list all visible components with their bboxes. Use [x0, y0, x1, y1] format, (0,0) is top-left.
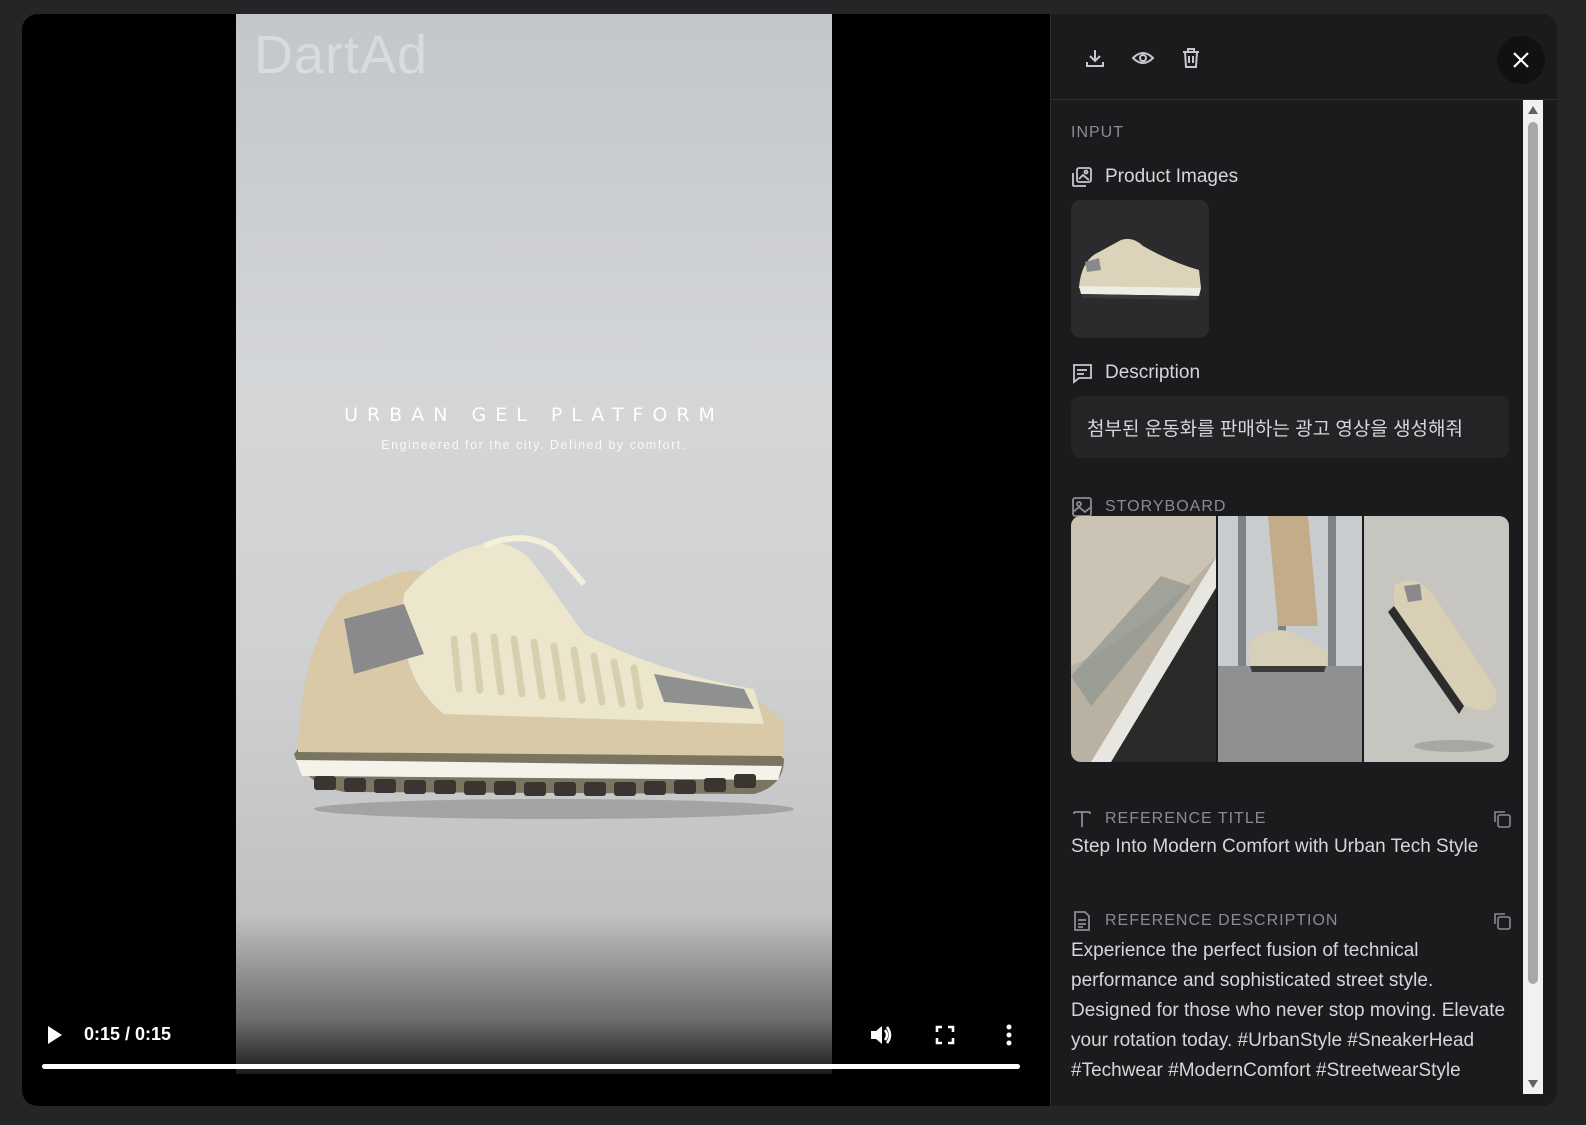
text-icon	[1073, 811, 1091, 827]
details-sidebar: INPUT Product Images Description 첨부된 운동화…	[1050, 14, 1557, 1106]
image-icon	[1072, 497, 1092, 517]
reference-title-header: REFERENCE TITLE	[1071, 808, 1266, 830]
product-images-header: Product Images	[1071, 166, 1238, 188]
reference-description-header: REFERENCE DESCRIPTION	[1071, 910, 1338, 932]
close-icon	[1513, 52, 1529, 68]
video-player[interactable]: DartAd URBAN GEL PLATFORM Engineered for…	[22, 14, 1050, 1106]
video-detail-modal: DartAd URBAN GEL PLATFORM Engineered for…	[22, 14, 1557, 1106]
delete-button[interactable]	[1177, 44, 1205, 72]
volume-icon	[871, 1026, 892, 1044]
reference-description-text: Experience the perfect fusion of technic…	[1071, 940, 1506, 1081]
reference-description-label: REFERENCE DESCRIPTION	[1105, 912, 1339, 929]
copy-title-button[interactable]	[1491, 808, 1513, 830]
trash-icon	[1183, 48, 1199, 68]
fullscreen-button[interactable]	[930, 1020, 960, 1050]
document-icon	[1074, 911, 1090, 931]
preview-button[interactable]	[1129, 44, 1157, 72]
description-header: Description	[1071, 362, 1200, 384]
ad-tagline: Engineered for the city. Defined by comf…	[381, 438, 687, 452]
watermark-logo: DartAd	[254, 25, 429, 85]
sidebar-content[interactable]: INPUT Product Images Description 첨부된 운동화…	[1071, 100, 1513, 1106]
storyboard-header: STORYBOARD	[1071, 496, 1226, 518]
time-display: 0:15 / 0:15	[84, 1024, 172, 1044]
product-thumbnail-image	[1071, 200, 1209, 338]
close-button[interactable]	[1497, 36, 1545, 84]
progress-bar[interactable]	[42, 1064, 1020, 1069]
progress-fill	[42, 1064, 1020, 1069]
video-frame[interactable]: DartAd URBAN GEL PLATFORM Engineered for…	[236, 14, 832, 1074]
sneaker-image	[294, 535, 794, 819]
floating-shoe-image	[1364, 516, 1509, 762]
fullscreen-icon	[935, 1025, 955, 1045]
more-vertical-icon	[1006, 1024, 1012, 1046]
video-controls: 0:15 / 0:15	[22, 1014, 1050, 1084]
ad-headline: URBAN GEL PLATFORM	[344, 404, 724, 426]
play-button[interactable]	[42, 1022, 68, 1048]
copy-icon	[1494, 811, 1511, 828]
scroll-thumb[interactable]	[1528, 122, 1538, 984]
description-label: Description	[1105, 362, 1201, 383]
product-images-label: Product Images	[1105, 166, 1239, 187]
sidebar-toolbar	[1051, 14, 1557, 100]
input-section-label: INPUT	[1071, 124, 1124, 141]
product-image-thumbnail[interactable]	[1071, 200, 1209, 338]
storyboard-strip[interactable]	[1071, 516, 1509, 762]
copy-description-button[interactable]	[1491, 910, 1513, 932]
play-icon	[48, 1026, 62, 1044]
download-button[interactable]	[1081, 44, 1109, 72]
description-text: 첨부된 운동화를 판매하는 광고 영상을 생성해줘	[1071, 396, 1509, 458]
volume-button[interactable]	[866, 1020, 896, 1050]
more-options-button[interactable]	[994, 1020, 1024, 1050]
storyboard-label: STORYBOARD	[1105, 498, 1227, 515]
storyboard-frame-3[interactable]	[1364, 516, 1509, 762]
message-icon	[1073, 364, 1092, 384]
eye-icon	[1131, 52, 1155, 64]
reference-title-label: REFERENCE TITLE	[1105, 810, 1267, 827]
storyboard-frame-1[interactable]	[1071, 516, 1216, 762]
images-icon	[1072, 167, 1092, 187]
scroll-down-arrow[interactable]	[1528, 1080, 1538, 1088]
sidebar-scrollbar[interactable]	[1523, 100, 1543, 1094]
sole-closeup-image	[1071, 516, 1216, 762]
storyboard-frame-2[interactable]	[1217, 516, 1363, 762]
reference-title-text: Step Into Modern Comfort with Urban Tech…	[1071, 836, 1479, 857]
copy-icon	[1494, 913, 1511, 930]
download-icon	[1086, 50, 1104, 67]
walking-shot-image	[1217, 516, 1363, 762]
scroll-up-arrow[interactable]	[1528, 106, 1538, 114]
